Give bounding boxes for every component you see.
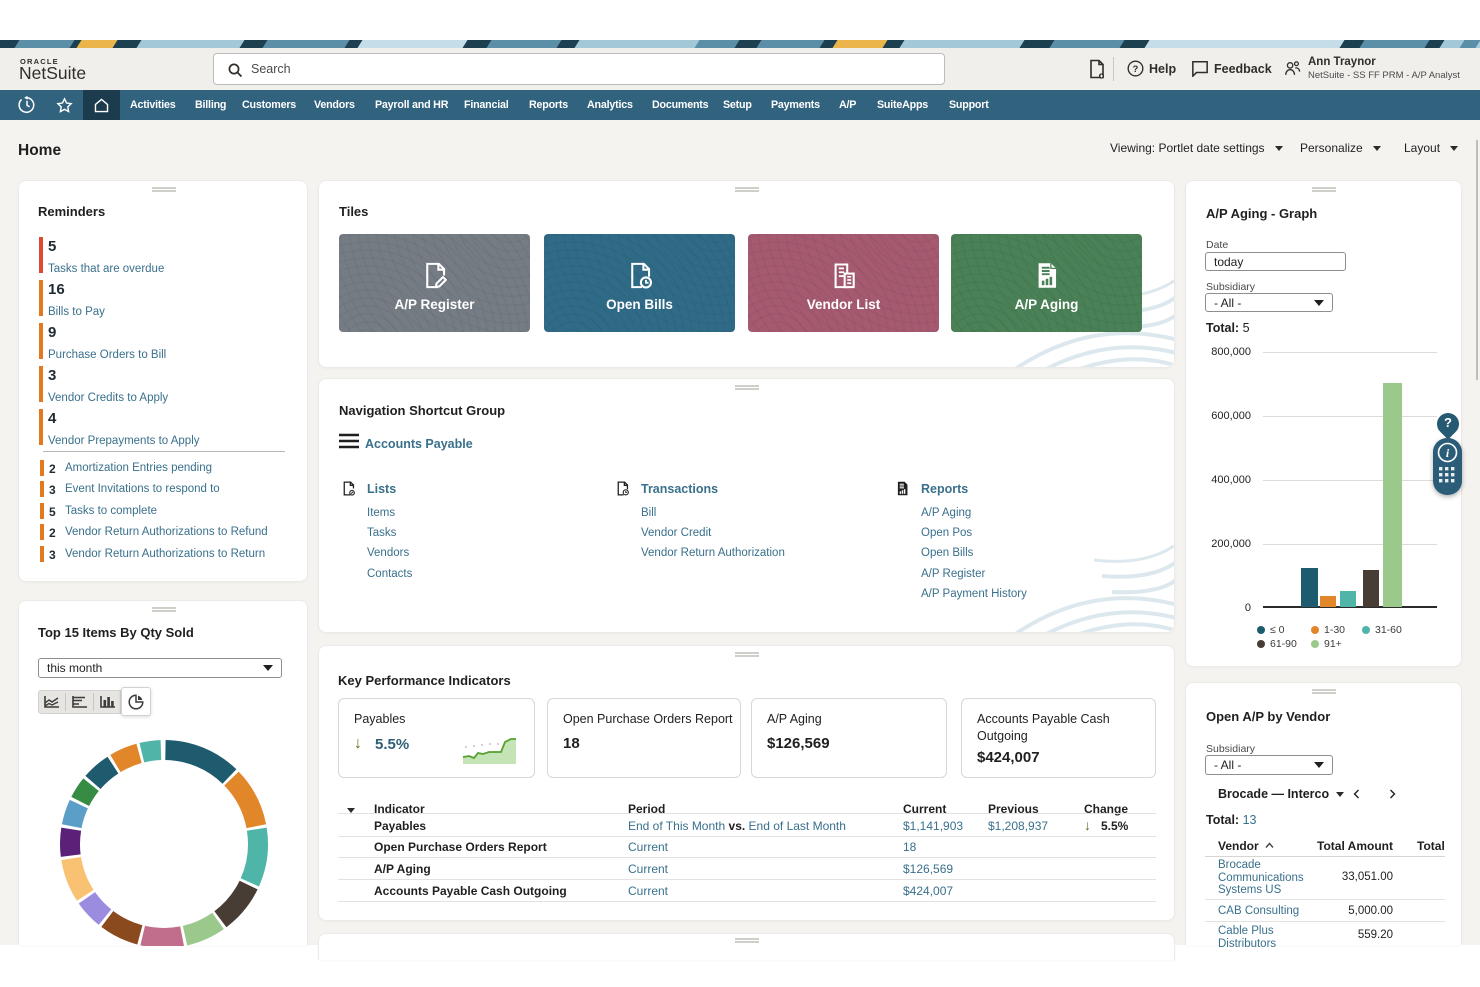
svg-text:?: ? <box>1133 64 1139 74</box>
svg-text:i: i <box>1446 446 1450 460</box>
